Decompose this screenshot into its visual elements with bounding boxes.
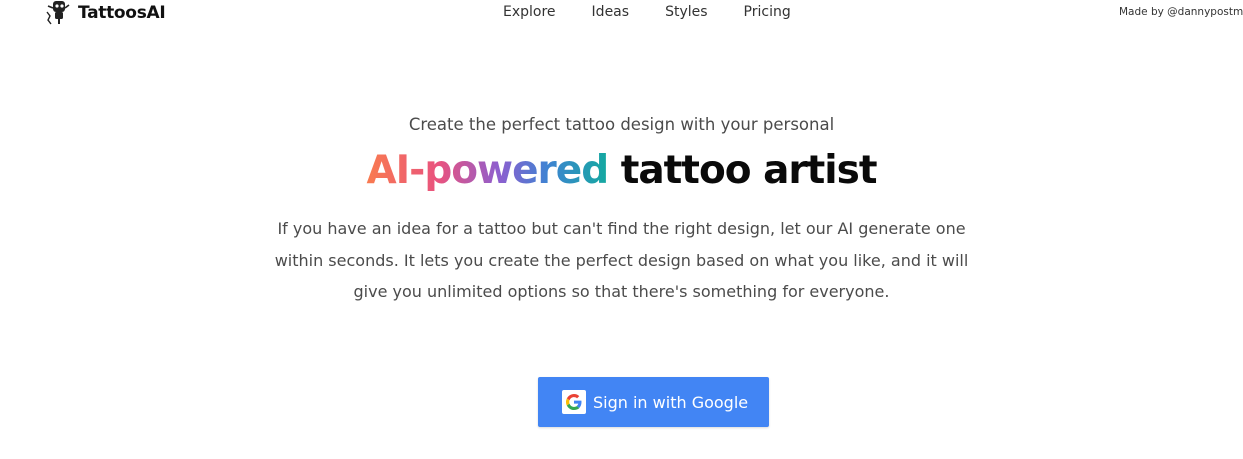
hero-headline: AI-powered tattoo artist	[0, 147, 1243, 195]
headline-plain-text: tattoo artist	[620, 148, 878, 193]
nav-styles[interactable]: Styles	[665, 3, 707, 21]
headline-gradient-text: AI-powered	[366, 148, 609, 193]
hero-tagline: Create the perfect tattoo design with yo…	[408, 115, 835, 134]
google-g-icon	[566, 394, 582, 410]
hero-description: If you have an idea for a tattoo but can…	[274, 219, 969, 301]
google-logo-box	[562, 390, 586, 414]
main-nav: Explore Ideas Styles Pricing	[503, 3, 791, 21]
nav-pricing[interactable]: Pricing	[744, 3, 791, 21]
sign-in-google-label: Sign in with Google	[593, 392, 749, 412]
nav-ideas[interactable]: Ideas	[592, 3, 630, 21]
robot-logo-icon	[46, 1, 70, 25]
made-by-link[interactable]: Made by @dannypostmc	[1119, 6, 1243, 18]
logo[interactable]: TattoosAI	[44, 0, 166, 26]
page: TattoosAI Explore Ideas Styles Pricing M…	[0, 0, 1243, 459]
logo-text: TattoosAI	[78, 3, 166, 23]
nav-explore[interactable]: Explore	[503, 3, 556, 21]
sign-in-google-button[interactable]: Sign in with Google	[538, 377, 769, 427]
hero: Create the perfect tattoo design with yo…	[0, 113, 1243, 308]
